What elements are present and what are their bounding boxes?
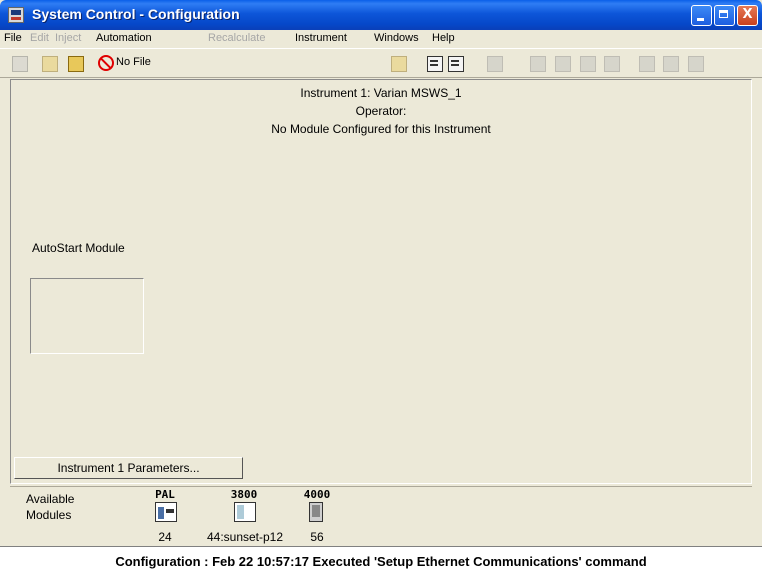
new-method-button[interactable]: [10, 53, 28, 73]
menu-inject[interactable]: Inject: [55, 32, 81, 44]
status-message: Configuration : Feb 22 10:57:17 Executed…: [115, 554, 647, 569]
inject-icon: [530, 56, 546, 72]
pause-icon: [639, 56, 655, 72]
play-button[interactable]: [661, 53, 679, 73]
sample-list-icon: [580, 56, 596, 72]
recalc-icon: [555, 56, 571, 72]
open-folder-icon: [42, 56, 58, 72]
menu-windows[interactable]: Windows: [374, 32, 419, 44]
no-file-icon: [98, 55, 114, 71]
method-view-icon: [448, 56, 464, 72]
method-notes-button[interactable]: [425, 53, 443, 73]
available-modules-label: Available Modules: [26, 492, 75, 522]
open-method-button[interactable]: [40, 53, 58, 73]
method-file-label: No File: [116, 56, 151, 68]
play-icon: [663, 56, 679, 72]
close-button[interactable]: X: [737, 5, 758, 26]
module-name: 4000: [303, 488, 331, 501]
window-title: System Control - Configuration: [32, 6, 240, 22]
system-control-window: System Control - Configuration X File Ed…: [0, 0, 762, 576]
menu-help[interactable]: Help: [432, 32, 455, 44]
stop-button[interactable]: [686, 53, 704, 73]
sample-list-button[interactable]: [578, 53, 596, 73]
menu-edit[interactable]: Edit: [30, 32, 49, 44]
autostart-module-label: AutoStart Module: [32, 241, 125, 255]
instrument-icon: [487, 56, 503, 72]
menu-instrument[interactable]: Instrument: [295, 32, 347, 44]
sequence-icon: [604, 56, 620, 72]
minimize-button[interactable]: [691, 5, 712, 26]
operator-label: Operator:: [355, 104, 407, 118]
inject-button[interactable]: [528, 53, 546, 73]
mass-spectrometer-icon: [309, 502, 323, 522]
open-file-button[interactable]: [389, 53, 407, 73]
autosampler-icon: [155, 502, 177, 522]
gas-chromatograph-icon: [234, 502, 256, 522]
stop-icon: [688, 56, 704, 72]
toolbar: No File: [0, 48, 762, 78]
open-folder-icon: [391, 56, 407, 72]
status-bar: Configuration : Feb 22 10:57:17 Executed…: [0, 546, 762, 576]
pause-button[interactable]: [637, 53, 655, 73]
instrument-parameters-button[interactable]: Instrument 1 Parameters...: [14, 457, 243, 479]
menu-file[interactable]: File: [4, 32, 22, 44]
module-name: PAL: [155, 488, 175, 501]
title-bar[interactable]: System Control - Configuration X: [0, 0, 762, 30]
folder-icon: [68, 56, 84, 72]
menu-automation[interactable]: Automation: [96, 32, 152, 44]
method-notes-icon: [427, 56, 443, 72]
autostart-module-slot[interactable]: [30, 278, 144, 354]
recalc-button[interactable]: [553, 53, 571, 73]
instrument-name: Instrument 1: Varian MSWS_1: [300, 86, 462, 100]
method-view-button[interactable]: [446, 53, 464, 73]
module-address: 56: [310, 530, 324, 544]
app-icon[interactable]: [8, 7, 24, 23]
menu-bar: File Edit Inject Automation Recalculate …: [0, 30, 762, 48]
maximize-button[interactable]: [714, 5, 735, 26]
sequence-button[interactable]: [602, 53, 620, 73]
new-icon: [12, 56, 28, 72]
instrument-button[interactable]: [485, 53, 503, 73]
module-4000[interactable]: 4000 56: [287, 488, 347, 544]
menu-recalculate[interactable]: Recalculate: [208, 32, 265, 44]
open-folder-button[interactable]: [66, 53, 84, 73]
module-status-text: No Module Configured for this Instrument: [271, 122, 491, 136]
module-name: 3800: [230, 488, 258, 501]
